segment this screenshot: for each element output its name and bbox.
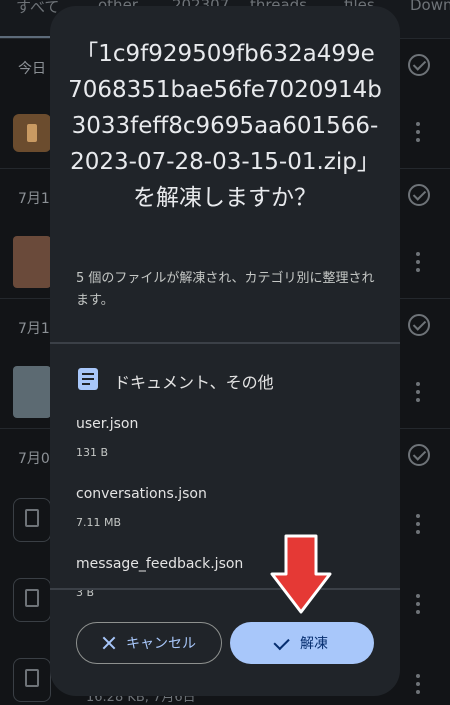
select-checkbox-icon[interactable] <box>408 314 430 336</box>
more-options-icon[interactable] <box>416 252 422 272</box>
file-name: user.json <box>76 416 139 432</box>
extract-dialog: 「1c9f929509fb632a499e7068351bae56fe70209… <box>50 6 400 696</box>
select-checkbox-icon[interactable] <box>408 184 430 206</box>
file-name: conversations.json <box>76 486 207 502</box>
check-icon <box>273 633 290 650</box>
document-icon <box>78 368 98 390</box>
more-options-icon[interactable] <box>416 514 422 534</box>
cancel-button[interactable]: キャンセル <box>76 622 222 664</box>
select-checkbox-icon[interactable] <box>408 444 430 466</box>
tab-downloads[interactable]: Down <box>410 0 450 14</box>
close-icon <box>102 636 116 650</box>
section-date: 7月0 <box>18 451 50 467</box>
divider <box>50 342 400 344</box>
tab-all[interactable]: すべて <box>16 0 59 17</box>
image-thumbnail[interactable] <box>13 236 51 288</box>
file-icon[interactable] <box>13 498 51 542</box>
file-size: 131 B <box>76 446 109 459</box>
file-icon[interactable] <box>13 658 51 702</box>
select-checkbox-icon[interactable] <box>408 54 430 76</box>
more-options-icon[interactable] <box>416 674 422 694</box>
cancel-label: キャンセル <box>126 636 196 652</box>
dialog-description: 5 個のファイルが解凍され、カテゴリ別に整理されます。 <box>76 271 375 308</box>
file-name: message_feedback.json <box>76 556 244 572</box>
dialog-title: 「1c9f929509fb632a499e7068351bae56fe70209… <box>68 41 382 211</box>
extract-button[interactable]: 解凍 <box>230 622 374 664</box>
annotation-arrow-icon <box>270 534 332 614</box>
section-date-today: 今日 <box>18 61 46 77</box>
file-icon[interactable] <box>13 578 51 622</box>
divider <box>50 588 400 590</box>
more-options-icon[interactable] <box>416 594 422 614</box>
more-options-icon[interactable] <box>416 382 422 402</box>
file-size: 7.11 MB <box>76 516 122 529</box>
category-label: ドキュメント、その他 <box>114 373 274 392</box>
more-options-icon[interactable] <box>416 122 422 142</box>
image-thumbnail[interactable] <box>13 366 51 418</box>
extract-label: 解凍 <box>300 636 328 652</box>
zip-file-thumbnail[interactable] <box>13 114 51 152</box>
